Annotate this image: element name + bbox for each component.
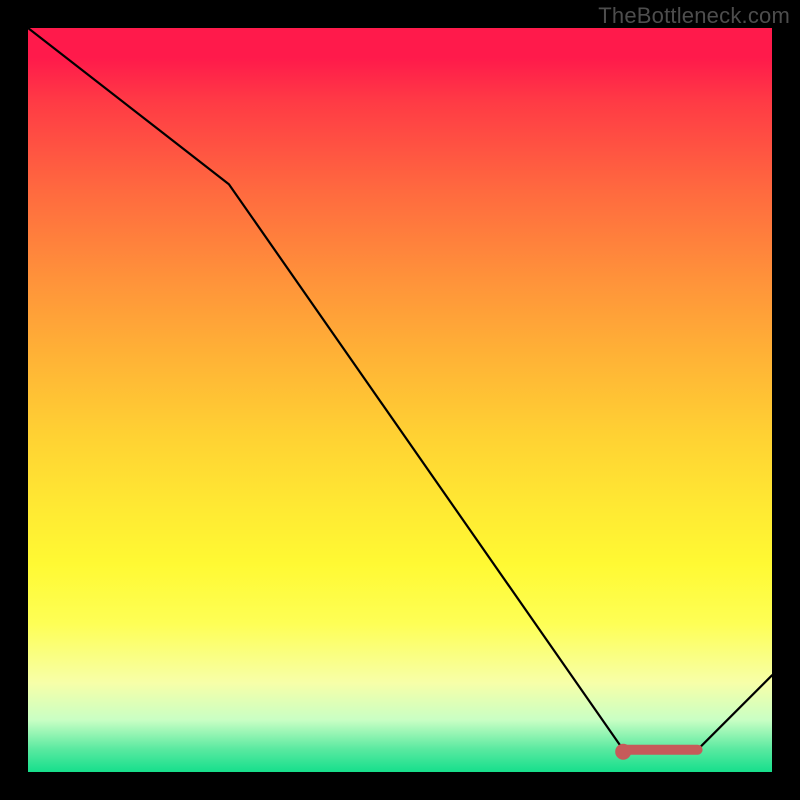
plot-area — [28, 28, 772, 772]
chart-frame: TheBottleneck.com — [0, 0, 800, 800]
chart-svg — [28, 28, 772, 772]
watermark-label: TheBottleneck.com — [598, 3, 790, 29]
highlight-zone — [617, 746, 697, 758]
highlight-start-dot — [617, 746, 629, 758]
series-line — [28, 28, 772, 750]
